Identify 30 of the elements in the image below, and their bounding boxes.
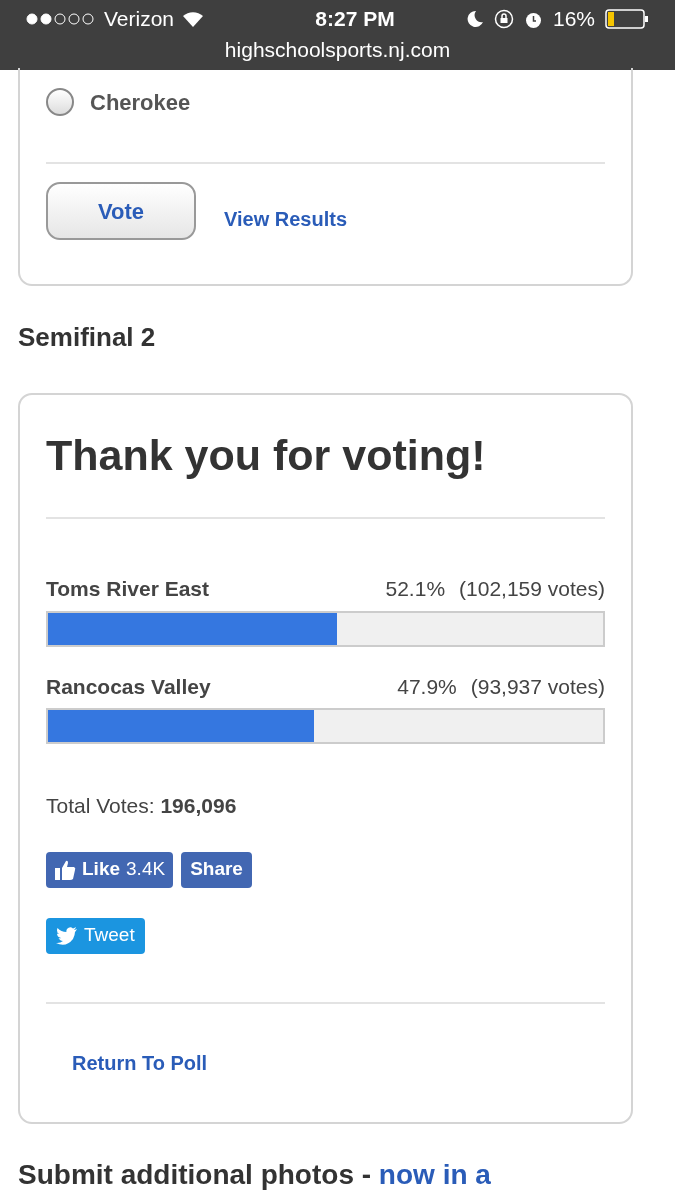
photos-link[interactable]: now in a: [378, 1158, 491, 1190]
total-votes: Total Votes: 196,096: [46, 793, 238, 819]
section-heading: Submit additional photos - now in a: [18, 1157, 492, 1192]
rotation-lock-icon: [493, 9, 514, 29]
vote-percent: 52.1%: [385, 576, 446, 602]
clock-time: 8:27 PM: [315, 6, 395, 33]
vote-count: (93,937 votes): [470, 673, 605, 700]
wifi-icon: [182, 11, 205, 27]
vote-count: (102,159 votes): [459, 576, 605, 602]
team-name: Rancocas Valley: [46, 673, 211, 700]
carrier-name: Verizon: [104, 6, 175, 33]
tweet-button[interactable]: Tweet: [46, 917, 145, 954]
view-results-link[interactable]: View Results: [224, 204, 348, 234]
share-button[interactable]: Share: [181, 851, 252, 888]
thumbs-up-icon: [54, 858, 76, 881]
section-heading: Semifinal 2: [18, 321, 157, 354]
moon-icon: [465, 10, 484, 28]
bird-icon: [56, 926, 78, 945]
team-name: Toms River East: [46, 576, 209, 602]
vote-button[interactable]: Vote: [46, 182, 196, 240]
thank-you-title: Thank you for voting!: [46, 431, 487, 479]
battery-icon: [605, 9, 649, 29]
radio-button[interactable]: [46, 88, 74, 116]
like-button[interactable]: Like 3.4K: [46, 851, 174, 888]
battery-percent: 16%: [552, 6, 595, 33]
vote-percent: 47.9%: [397, 673, 457, 700]
address-url[interactable]: highschoolsports.nj.com: [224, 34, 451, 66]
signal-icon: [26, 13, 96, 25]
option-label: Cherokee: [90, 88, 191, 117]
return-to-poll-link[interactable]: Return To Poll: [72, 1051, 208, 1074]
